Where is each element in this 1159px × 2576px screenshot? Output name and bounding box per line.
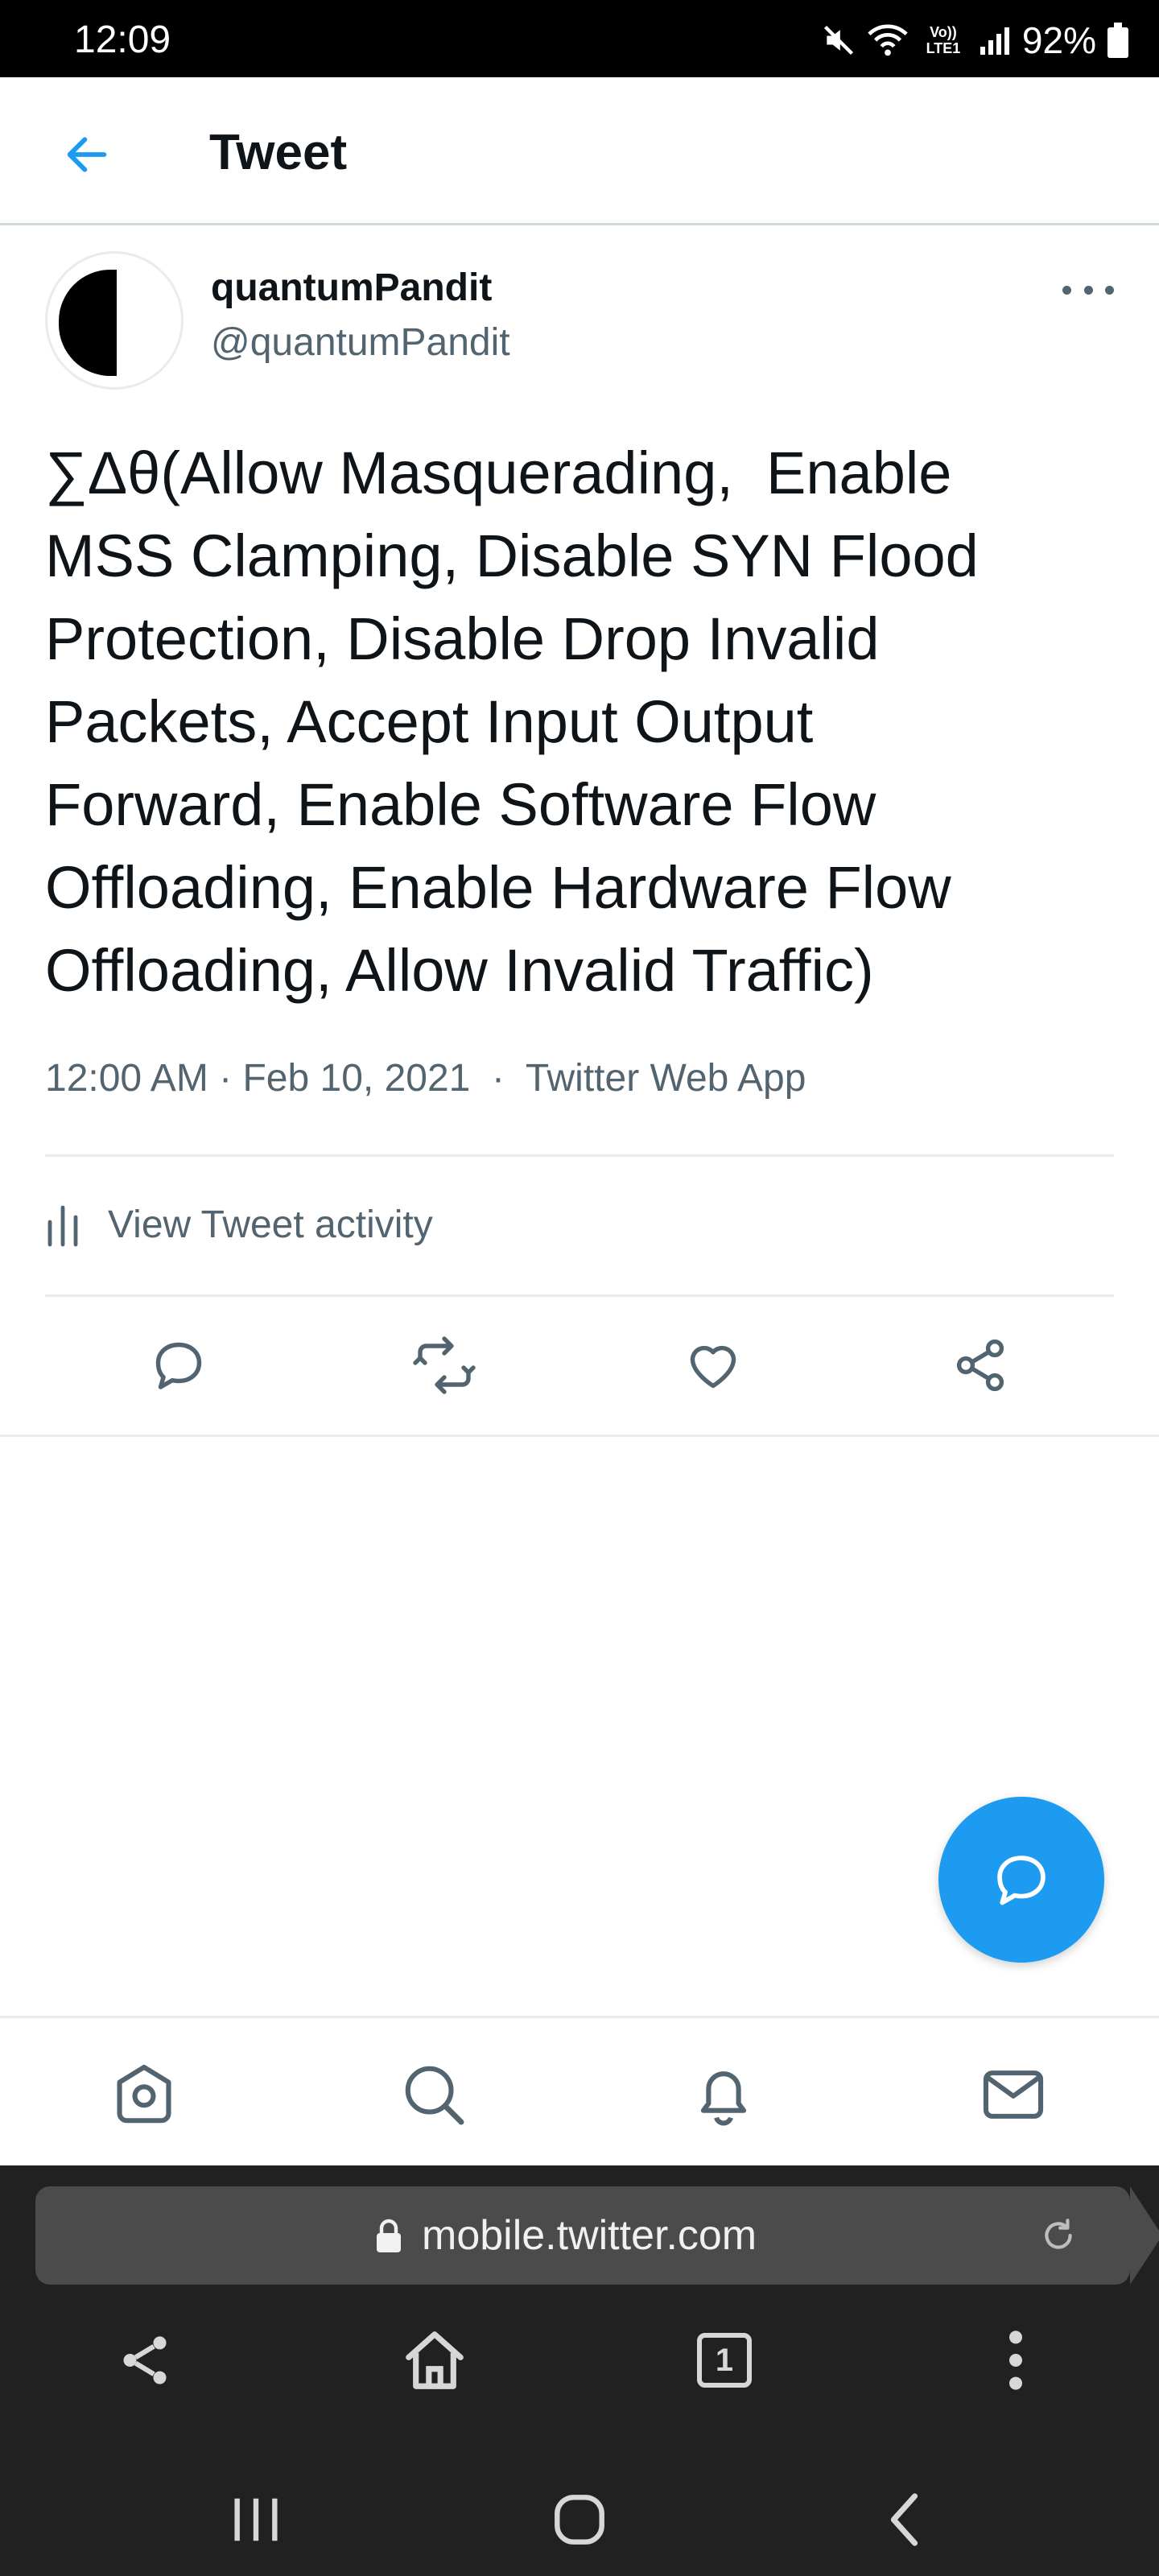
- author-username[interactable]: @quantumPandit: [211, 320, 510, 365]
- retweet-icon: [413, 1336, 476, 1394]
- like-button[interactable]: [681, 1333, 745, 1397]
- lock-icon: [377, 2219, 401, 2252]
- divider: [45, 1154, 1114, 1157]
- reply-button[interactable]: [146, 1333, 211, 1397]
- tweet-meta: 12:00 AM · Feb 10, 2021 · Twitter Web Ap…: [45, 1056, 806, 1101]
- browser-home-button[interactable]: [394, 2320, 475, 2401]
- home-circle-icon: [555, 2495, 604, 2545]
- more-vertical-icon: [1009, 2330, 1022, 2390]
- avatar-image-shape: [59, 270, 110, 376]
- home-icon: [117, 2064, 171, 2124]
- reply-icon: [997, 1856, 1046, 1905]
- status-icons: Vo)) LTE1 92%: [821, 19, 1128, 61]
- divider: [0, 1435, 1159, 1437]
- system-back-button[interactable]: [863, 2479, 943, 2560]
- avatar-image-shape-edge: [110, 270, 117, 376]
- signal-icon: [979, 24, 1011, 56]
- compose-reply-fab[interactable]: [938, 1797, 1104, 1963]
- avatar[interactable]: [45, 251, 184, 390]
- messages-icon: [983, 2070, 1044, 2119]
- battery-icon: [1107, 23, 1128, 58]
- tab-count: 1: [697, 2333, 752, 2388]
- arrow-left-icon: [67, 137, 107, 172]
- battery-percent: 92%: [1021, 19, 1096, 61]
- bottom-navigation: [0, 2016, 1159, 2165]
- browser-chrome: mobile.twitter.com 1: [0, 2165, 1159, 2576]
- system-navigation: [0, 2439, 1159, 2576]
- reply-icon: [155, 1342, 202, 1389]
- nav-messages[interactable]: [977, 2058, 1050, 2131]
- divider: [45, 1294, 1114, 1297]
- wifi-icon: [868, 23, 908, 58]
- dot: [1062, 285, 1071, 295]
- url-text: mobile.twitter.com: [422, 2212, 757, 2259]
- home-icon: [406, 2331, 464, 2389]
- view-tweet-activity-label: View Tweet activity: [108, 1203, 433, 1246]
- recent-apps-button[interactable]: [216, 2479, 296, 2560]
- retweet-button[interactable]: [412, 1333, 476, 1397]
- top-header: Tweet: [0, 77, 1159, 225]
- author-display-name[interactable]: quantumPandit: [211, 266, 492, 311]
- nav-home[interactable]: [108, 2058, 180, 2131]
- browser-share-button[interactable]: [105, 2320, 185, 2401]
- status-time: 12:09: [74, 19, 171, 61]
- mute-icon: [821, 23, 856, 58]
- like-icon: [690, 1345, 736, 1389]
- network-label: Vo)) LTE1: [926, 24, 961, 56]
- browser-tabs-button[interactable]: 1: [684, 2320, 765, 2401]
- view-tweet-activity[interactable]: View Tweet activity: [45, 1196, 433, 1254]
- dot: [1083, 285, 1093, 295]
- dot: [1105, 285, 1114, 295]
- tweet-source[interactable]: Twitter Web App: [526, 1057, 806, 1100]
- nav-search[interactable]: [398, 2058, 470, 2131]
- browser-menu-button[interactable]: [975, 2320, 1056, 2401]
- tweet-timestamp[interactable]: 12:00 AM · Feb 10, 2021: [45, 1057, 470, 1100]
- share-button[interactable]: [948, 1333, 1013, 1397]
- page-title: Tweet: [209, 125, 348, 180]
- system-home-button[interactable]: [539, 2479, 620, 2560]
- analytics-icon: [47, 1205, 78, 1247]
- nav-notifications[interactable]: [687, 2058, 760, 2131]
- chevron-left-icon: [890, 2493, 918, 2546]
- share-icon: [956, 1339, 1004, 1392]
- notifications-icon: [700, 2071, 747, 2126]
- meta-separator: ·: [470, 1057, 526, 1100]
- search-icon: [405, 2066, 464, 2125]
- recent-apps-icon: [234, 2498, 278, 2541]
- back-button[interactable]: [56, 124, 118, 185]
- tweet-text: ∑Δθ(Allow Masquerading, Enable MSS Clamp…: [45, 440, 979, 1004]
- reload-icon[interactable]: [1038, 2215, 1079, 2256]
- url-bar[interactable]: mobile.twitter.com: [35, 2186, 1159, 2285]
- share-icon: [123, 2336, 167, 2384]
- status-bar: 12:09 Vo)) LTE1 92%: [0, 0, 1159, 77]
- url-bar-tip: [1130, 2186, 1159, 2285]
- more-options-button[interactable]: [1062, 274, 1114, 306]
